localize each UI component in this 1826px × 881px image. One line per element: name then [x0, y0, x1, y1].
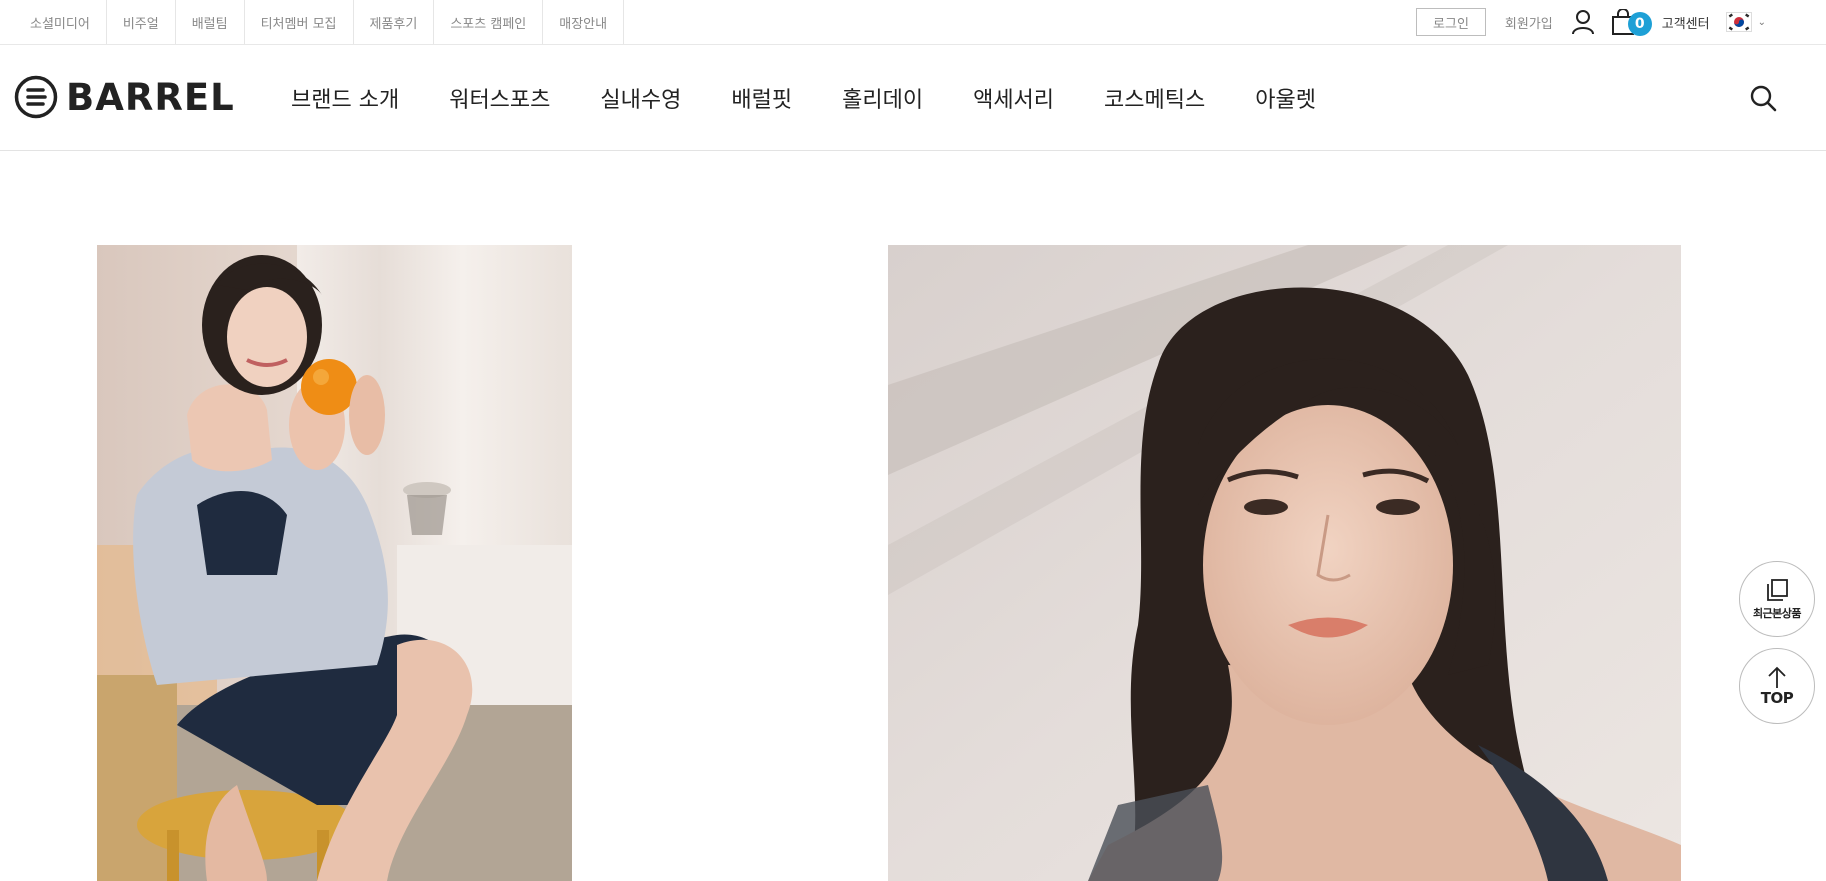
- nav-outlet[interactable]: 아울렛: [1255, 82, 1316, 114]
- main-header: BARREL 브랜드 소개 워터스포츠 실내수영 배럴핏 홀리데이 액세서리 코…: [0, 45, 1826, 151]
- scroll-top-button[interactable]: TOP: [1739, 648, 1815, 724]
- nav-watersports[interactable]: 워터스포츠: [449, 82, 550, 114]
- main-nav: 브랜드 소개 워터스포츠 실내수영 배럴핏 홀리데이 액세서리 코스메틱스 아울…: [291, 45, 1366, 151]
- nav-indoor-swim[interactable]: 실내수영: [600, 82, 681, 114]
- brand-logo[interactable]: BARREL: [14, 75, 235, 119]
- top-link-barrel-team[interactable]: 배럴팀: [176, 0, 245, 44]
- top-utility-bar: 소셜미디어 비주얼 배럴팀 티처멤버 모집 제품후기 스포츠 캠페인 매장안내 …: [0, 0, 1826, 45]
- arrow-up-icon: [1768, 666, 1786, 688]
- top-link-teacher-member[interactable]: 티처멤버 모집: [245, 0, 354, 44]
- scroll-top-label: TOP: [1760, 689, 1794, 707]
- chevron-down-icon[interactable]: ⌄: [1758, 17, 1766, 28]
- utility-menu: 로그인 회원가입 0 고객센터 ⌄: [1416, 0, 1766, 44]
- cart-button[interactable]: 0: [1611, 7, 1652, 37]
- barrel-logo-mark-icon: [14, 75, 58, 119]
- top-link-social-media[interactable]: 소셜미디어: [14, 0, 107, 44]
- korea-flag-icon[interactable]: [1725, 12, 1752, 32]
- lookbook-image-left[interactable]: [97, 245, 572, 881]
- top-link-sports-campaign[interactable]: 스포츠 캠페인: [434, 0, 544, 44]
- recent-products-button[interactable]: 최근본상품: [1739, 561, 1815, 637]
- customer-center-link[interactable]: 고객센터: [1662, 13, 1710, 32]
- user-icon[interactable]: [1571, 9, 1595, 35]
- lookbook-image-right[interactable]: [888, 245, 1681, 881]
- nav-brand-intro[interactable]: 브랜드 소개: [291, 82, 399, 114]
- nav-cosmetics[interactable]: 코스메틱스: [1104, 82, 1205, 114]
- top-link-reviews[interactable]: 제품후기: [354, 0, 435, 44]
- top-link-store-info[interactable]: 매장안내: [543, 0, 625, 44]
- nav-accessories[interactable]: 액세서리: [973, 82, 1054, 114]
- login-button[interactable]: 로그인: [1416, 8, 1486, 36]
- logo-text: BARREL: [66, 75, 235, 119]
- top-links: 소셜미디어 비주얼 배럴팀 티처멤버 모집 제품후기 스포츠 캠페인 매장안내: [14, 0, 625, 44]
- join-link[interactable]: 회원가입: [1505, 13, 1553, 32]
- search-icon[interactable]: [1748, 83, 1778, 113]
- nav-barrel-fit[interactable]: 배럴핏: [731, 82, 792, 114]
- recent-items-icon: [1767, 578, 1788, 601]
- nav-holiday[interactable]: 홀리데이: [842, 82, 923, 114]
- recent-products-label: 최근본상품: [1752, 606, 1802, 620]
- cart-count-badge: 0: [1627, 12, 1652, 36]
- top-link-visual[interactable]: 비주얼: [107, 0, 176, 44]
